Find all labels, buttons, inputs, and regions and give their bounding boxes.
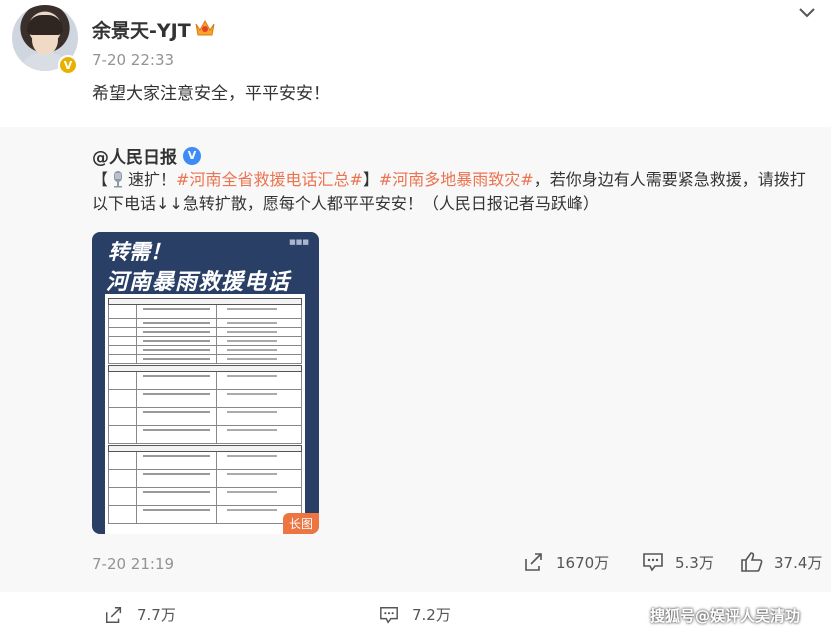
original-post-time[interactable]: 7-20 21:19 <box>92 555 174 573</box>
watermark-text: 搜狐号@娱评人吴清功 <box>650 607 801 625</box>
poster-table <box>105 294 305 534</box>
original-author[interactable]: @人民日报 V <box>92 143 201 168</box>
repost-count: 7.7万 <box>137 606 176 624</box>
bracket-open: 【 <box>92 170 109 189</box>
bracket-close: 】 <box>362 170 379 189</box>
long-image-badge: 长图 <box>282 513 319 534</box>
username[interactable]: 余景天-YJT <box>92 16 191 43</box>
topic-link[interactable]: #河南全省救援电话汇总# <box>176 170 363 189</box>
original-like-count: 37.4万 <box>774 553 823 572</box>
comment-count: 7.2万 <box>412 606 451 624</box>
comment-icon <box>380 606 398 624</box>
original-comment-button[interactable]: 5.3万 <box>641 551 714 573</box>
original-author-name[interactable]: @人民日报 <box>92 143 177 168</box>
original-like-button[interactable]: 37.4万 <box>740 551 822 573</box>
poster-title-2: 河南暴雨救援电话 <box>106 270 291 295</box>
post-time[interactable]: 7-20 22:33 <box>92 51 174 69</box>
original-repost-count: 1670万 <box>556 553 610 572</box>
comment-button[interactable]: 7.2万 <box>378 604 451 625</box>
poster-title-1: 转需！ <box>108 240 171 264</box>
repost-icon <box>525 553 542 571</box>
rescue-poster-image[interactable]: ■■■ 转需！ 河南暴雨救援电话 长图 <box>92 232 319 534</box>
original-text: 【 速扩！#河南全省救援电话汇总#】#河南多地暴雨致灾#，若你身边有人需要紧急救… <box>92 168 817 216</box>
verified-badge-icon: V <box>58 55 78 75</box>
original-repost-button[interactable]: 1670万 <box>522 551 609 573</box>
repost-button[interactable]: 7.7万 <box>103 604 176 625</box>
original-comment-count: 5.3万 <box>675 553 714 572</box>
thumbs-up-icon <box>741 552 763 572</box>
crown-icon <box>195 19 215 36</box>
repost-card[interactable]: @人民日报 V 【 速扩！#河南全省救援电话汇总#】#河南多地暴雨致灾#，若你身… <box>0 127 831 592</box>
comment-icon <box>643 553 663 572</box>
repost-icon <box>106 606 122 623</box>
chevron-down-icon[interactable] <box>797 6 817 20</box>
bottom-action-bar: 7.7万 7.2万 搜狐号@娱评人吴清功 <box>0 592 831 636</box>
post-text: 希望大家注意安全，平平安安！ <box>92 84 330 104</box>
speed-label: 速扩！ <box>128 170 177 189</box>
weibo-post: V 余景天-YJT 7-20 22:33 希望大家注意安全，平平安安！ @人民日… <box>0 0 831 636</box>
blue-verified-icon: V <box>183 146 201 165</box>
microphone-icon <box>114 171 123 188</box>
topic-link[interactable]: #河南多地暴雨致灾# <box>379 170 534 189</box>
poster-logo: ■■■ <box>289 238 309 246</box>
